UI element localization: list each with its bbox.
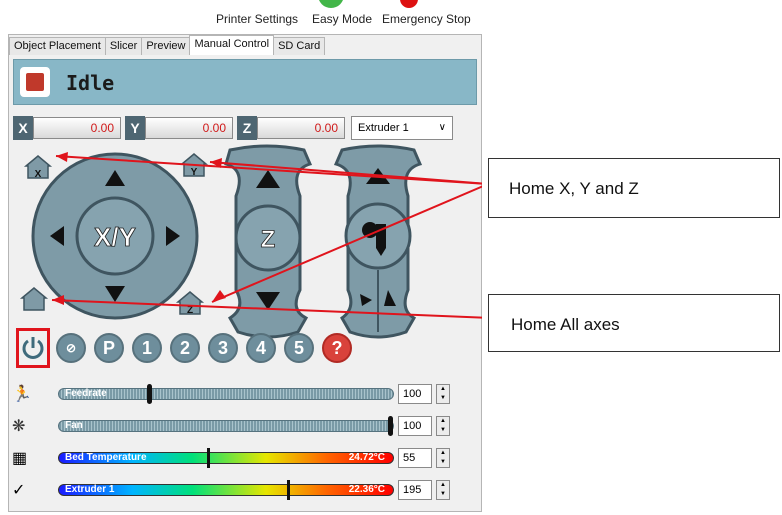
- home-xyz-callout: Home X, Y and Z: [488, 158, 780, 218]
- bed-temperature-row: ▦ Bed Temperature 24.72°C 55 ▲ ▼: [8, 446, 468, 470]
- home-x-icon[interactable]: X: [23, 155, 53, 180]
- bed-temperature-label: Bed Temperature: [65, 452, 147, 463]
- fan-label: Fan: [65, 420, 83, 431]
- chevron-down-icon: ∨: [438, 122, 446, 133]
- tab-preview[interactable]: Preview: [141, 37, 191, 55]
- extruder-temperature-label: Extruder 1: [65, 484, 115, 495]
- power-button[interactable]: [16, 328, 50, 368]
- park-button[interactable]: P: [94, 333, 124, 363]
- bed-temperature-thumb[interactable]: [207, 448, 211, 468]
- home-z-icon[interactable]: Z: [175, 291, 205, 316]
- power-icon: [22, 337, 44, 359]
- tab-bar: Object Placement Slicer Preview Manual C…: [9, 35, 326, 55]
- bed-temperature-field[interactable]: 55: [398, 448, 432, 468]
- home-all-callout-text: Home All axes: [511, 315, 620, 334]
- feedrate-row: 🏃 Feedrate 100 ▲ ▼: [8, 382, 468, 406]
- tab-slicer[interactable]: Slicer: [104, 37, 143, 55]
- easy-mode-button[interactable]: Easy Mode: [312, 12, 372, 26]
- printer-settings-button[interactable]: Printer Settings: [216, 12, 298, 26]
- feedrate-spinner[interactable]: ▲ ▼: [436, 384, 450, 404]
- stop-icon: [400, 0, 418, 8]
- function-button-row: ⊘ P 1 2 3 4 5 ?: [16, 328, 360, 368]
- home-all-icon[interactable]: [19, 287, 49, 311]
- printer-status-icon: [20, 67, 50, 97]
- z-center-label: Z: [261, 226, 276, 253]
- extruder-select-value: Extruder 1: [358, 122, 409, 134]
- home-y-letter: Y: [191, 167, 198, 178]
- green-button-icon: [318, 0, 344, 8]
- feedrate-runner-icon: 🏃: [12, 386, 32, 403]
- z-position-field[interactable]: 0.00: [257, 117, 345, 139]
- preset-5-button[interactable]: 5: [284, 333, 314, 363]
- fan-value-field[interactable]: 100: [398, 416, 432, 436]
- tab-sd-card[interactable]: SD Card: [273, 37, 326, 55]
- status-bar: Idle: [13, 59, 477, 105]
- preset-2-button[interactable]: 2: [170, 333, 200, 363]
- extruder-temperature-field[interactable]: 195: [398, 480, 432, 500]
- z-axis-label: Z: [237, 116, 257, 140]
- tab-object-placement[interactable]: Object Placement: [9, 37, 106, 55]
- extruder-temperature-reading: 22.36°C: [348, 484, 385, 495]
- top-toolbar: Printer Settings Easy Mode Emergency Sto…: [200, 0, 490, 30]
- home-x-letter: X: [35, 169, 42, 180]
- home-all-callout: Home All axes: [488, 294, 780, 352]
- feedrate-thumb[interactable]: [147, 384, 153, 404]
- extruder-select[interactable]: Extruder 1 ∨: [351, 116, 453, 140]
- xy-jog-pad[interactable]: X/Y: [31, 152, 199, 320]
- extruder-temperature-thumb[interactable]: [287, 480, 291, 500]
- home-xyz-callout-text: Home X, Y and Z: [509, 179, 639, 198]
- feedrate-value-field[interactable]: 100: [398, 384, 432, 404]
- extruder-temperature-slider[interactable]: Extruder 1 22.36°C: [58, 480, 394, 500]
- x-position-field[interactable]: 0.00: [33, 117, 121, 139]
- bed-temperature-slider[interactable]: Bed Temperature 24.72°C: [58, 448, 394, 468]
- motors-off-icon: ⊘: [65, 341, 77, 355]
- extruder-temperature-row: ✓ Extruder 1 22.36°C 195 ▲ ▼: [8, 478, 468, 502]
- emergency-stop-button[interactable]: Emergency Stop: [382, 12, 471, 26]
- help-button[interactable]: ?: [322, 333, 352, 363]
- status-text: Idle: [66, 71, 115, 95]
- feedrate-label: Feedrate: [65, 388, 107, 399]
- y-position-field[interactable]: 0.00: [145, 117, 233, 139]
- bed-temperature-reading: 24.72°C: [348, 452, 385, 463]
- extruder-temperature-spinner[interactable]: ▲ ▼: [436, 480, 450, 500]
- fan-thumb[interactable]: [388, 416, 393, 436]
- fan-row: ❋ Fan 100 ▲ ▼: [8, 414, 468, 438]
- preset-3-button[interactable]: 3: [208, 333, 238, 363]
- bed-temperature-spinner[interactable]: ▲ ▼: [436, 448, 450, 468]
- preset-4-button[interactable]: 4: [246, 333, 276, 363]
- tab-manual-control[interactable]: Manual Control: [189, 35, 275, 55]
- motors-off-button[interactable]: ⊘: [56, 333, 86, 363]
- preset-1-button[interactable]: 1: [132, 333, 162, 363]
- fan-spinner[interactable]: ▲ ▼: [436, 416, 450, 436]
- xy-center-label: X/Y: [94, 222, 136, 252]
- fan-slider[interactable]: Fan: [58, 416, 394, 436]
- extruder-nozzle-icon: ✓: [12, 482, 26, 499]
- y-axis-label: Y: [125, 116, 145, 140]
- x-axis-label: X: [13, 116, 33, 140]
- feedrate-slider[interactable]: Feedrate: [58, 384, 394, 404]
- coordinate-bar: X 0.00 Y 0.00 Z 0.00 Extruder 1 ∨: [13, 115, 453, 141]
- fan-icon: ❋: [12, 418, 26, 435]
- heated-bed-icon: ▦: [12, 450, 28, 467]
